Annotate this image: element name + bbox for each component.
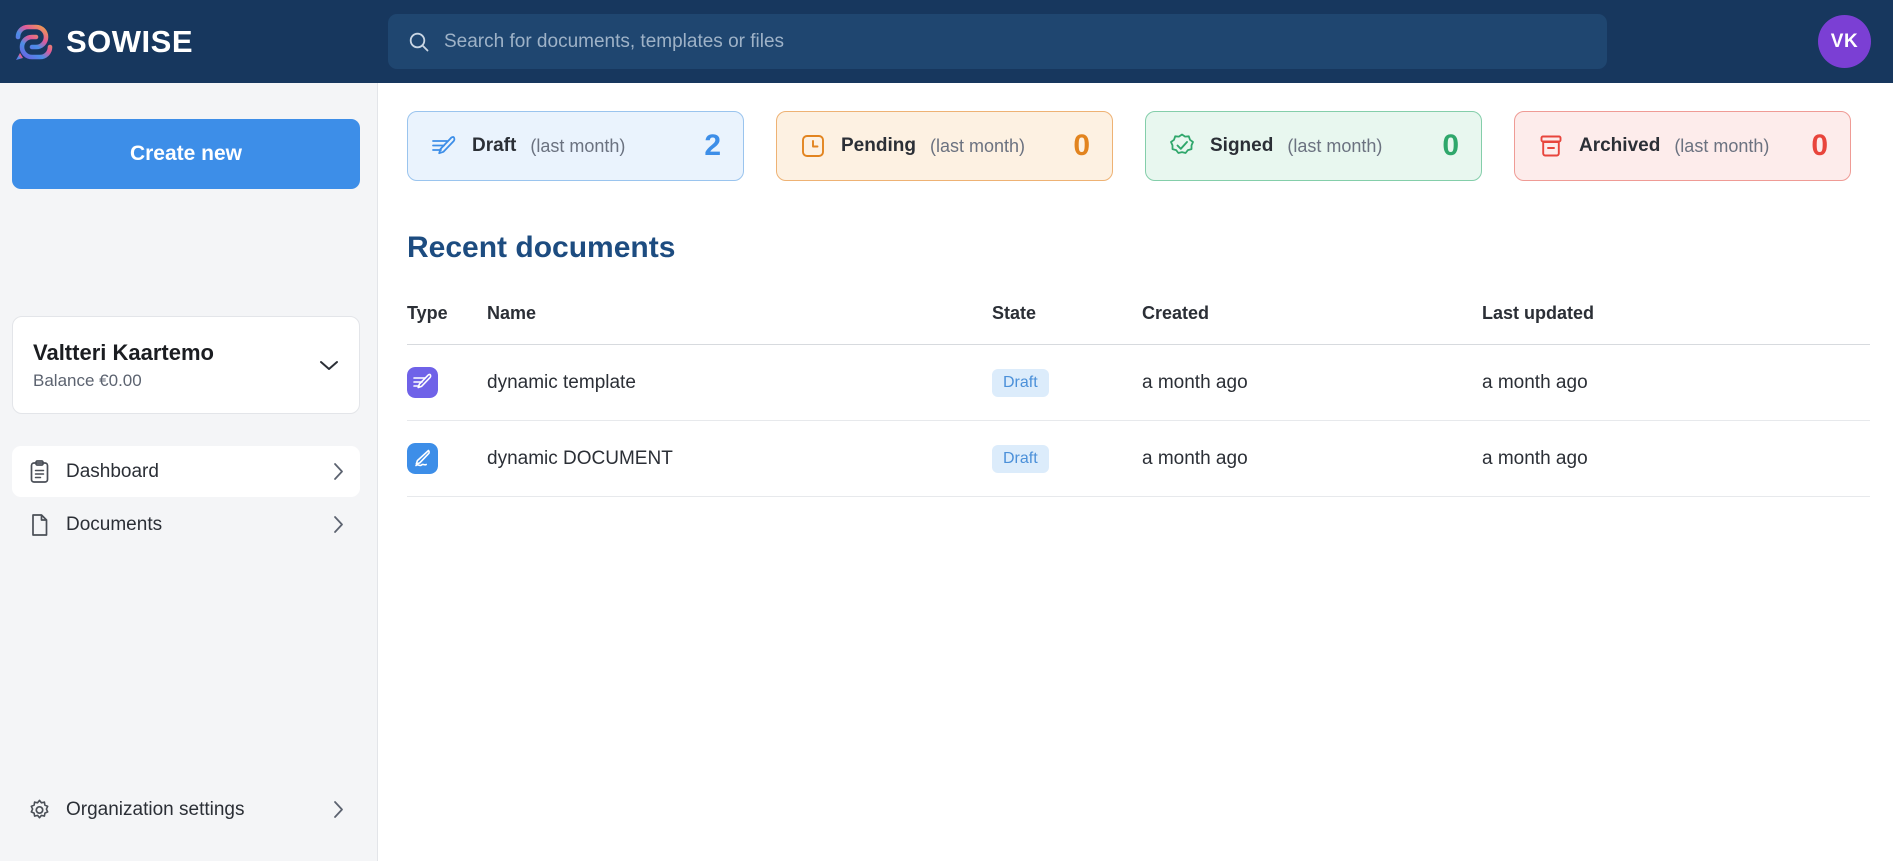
archive-box-icon — [1540, 135, 1562, 157]
stat-label: Draft — [472, 135, 517, 156]
brand-name: SOWISE — [66, 23, 194, 59]
pending-clock-icon — [802, 135, 824, 157]
stat-value: 0 — [1811, 129, 1828, 162]
cell-type — [407, 344, 487, 421]
draft-pen-icon — [432, 136, 456, 155]
sidebar-bottom-nav: Organization settings — [12, 784, 360, 837]
search-box[interactable] — [388, 14, 1607, 69]
stat-period: (last month) — [1287, 135, 1383, 156]
sidebar-item-label: Organization settings — [66, 798, 245, 820]
cell-last-updated: a month ago — [1482, 344, 1870, 421]
recent-documents-table: Type Name State Created Last updated dyn… — [407, 303, 1870, 497]
cell-state: Draft — [992, 420, 1142, 497]
stat-period: (last month) — [929, 135, 1025, 156]
stat-period: (last month) — [1674, 135, 1770, 156]
template-pen-icon — [407, 367, 438, 398]
chevron-right-icon — [334, 516, 343, 533]
organization-switcher[interactable]: Valtteri Kaartemo Balance €0.00 — [12, 316, 360, 414]
search-icon — [409, 32, 429, 51]
organization-balance: Balance €0.00 — [33, 371, 142, 390]
stat-card-pending[interactable]: Pending (last month) 0 — [776, 111, 1113, 181]
column-header-type: Type — [407, 303, 487, 345]
table-header: Type Name State Created Last updated — [407, 303, 1870, 345]
account-area: VK — [1607, 15, 1893, 68]
avatar[interactable]: VK — [1818, 15, 1871, 68]
chevron-down-icon — [320, 360, 338, 370]
cell-name: dynamic DOCUMENT — [487, 420, 992, 497]
signed-badge-icon — [1170, 133, 1194, 154]
stat-label: Signed — [1210, 135, 1274, 156]
stat-card-archived[interactable]: Archived (last month) 0 — [1514, 111, 1851, 181]
gear-icon — [30, 799, 49, 819]
organization-texts: Valtteri Kaartemo Balance €0.00 — [33, 339, 319, 391]
cell-last-updated: a month ago — [1482, 420, 1870, 497]
clipboard-icon — [30, 459, 49, 483]
search-input[interactable] — [444, 30, 1587, 53]
main-content: Draft (last month) 2 Pending (last month… — [379, 83, 1893, 861]
top-bar: SOWISE VK — [0, 0, 1893, 83]
stat-cards: Draft (last month) 2 Pending (last month… — [407, 111, 1851, 181]
stat-value: 0 — [1073, 129, 1090, 162]
table-row[interactable]: dynamic DOCUMENT Draft a month ago a mon… — [407, 420, 1870, 497]
sidebar-item-label: Documents — [66, 513, 163, 535]
cell-state: Draft — [992, 344, 1142, 421]
column-header-last-updated: Last updated — [1482, 303, 1870, 345]
cell-type — [407, 420, 487, 497]
cell-created: a month ago — [1142, 420, 1482, 497]
document-signature-icon — [407, 443, 438, 474]
cell-name: dynamic template — [487, 344, 992, 421]
status-badge: Draft — [992, 368, 1049, 397]
stat-period: (last month) — [530, 135, 626, 156]
status-badge: Draft — [992, 444, 1049, 473]
chevron-right-icon — [334, 463, 343, 480]
stat-card-draft[interactable]: Draft (last month) 2 — [407, 111, 744, 181]
table-header-row: Type Name State Created Last updated — [407, 303, 1870, 345]
sidebar-item-documents[interactable]: Documents — [12, 499, 360, 550]
stat-card-signed[interactable]: Signed (last month) 0 — [1145, 111, 1482, 181]
organization-name: Valtteri Kaartemo — [33, 340, 214, 365]
table-body: dynamic template Draft a month ago a mon… — [407, 344, 1870, 497]
sidebar-item-label: Dashboard — [66, 460, 159, 482]
sidebar-item-dashboard[interactable]: Dashboard — [12, 446, 360, 497]
column-header-name: Name — [487, 303, 992, 345]
stat-value: 0 — [1442, 129, 1459, 162]
stat-label: Pending — [841, 135, 916, 156]
sowise-logo-icon — [15, 24, 53, 60]
page-title: Recent documents — [407, 231, 676, 264]
column-header-state: State — [992, 303, 1142, 345]
stat-value: 2 — [704, 129, 721, 162]
cell-created: a month ago — [1142, 344, 1482, 421]
file-icon — [32, 513, 48, 536]
column-header-created: Created — [1142, 303, 1482, 345]
create-new-button[interactable]: Create new — [12, 119, 360, 189]
sidebar: Create new Valtteri Kaartemo Balance €0.… — [0, 83, 378, 861]
sidebar-item-organization-settings[interactable]: Organization settings — [12, 784, 360, 835]
sidebar-nav: Dashboard Documents — [12, 446, 360, 552]
table-row[interactable]: dynamic template Draft a month ago a mon… — [407, 344, 1870, 421]
chevron-right-icon — [334, 801, 343, 818]
brand[interactable]: SOWISE — [0, 0, 378, 83]
search-container — [388, 14, 1607, 69]
stat-label: Archived — [1579, 135, 1661, 156]
